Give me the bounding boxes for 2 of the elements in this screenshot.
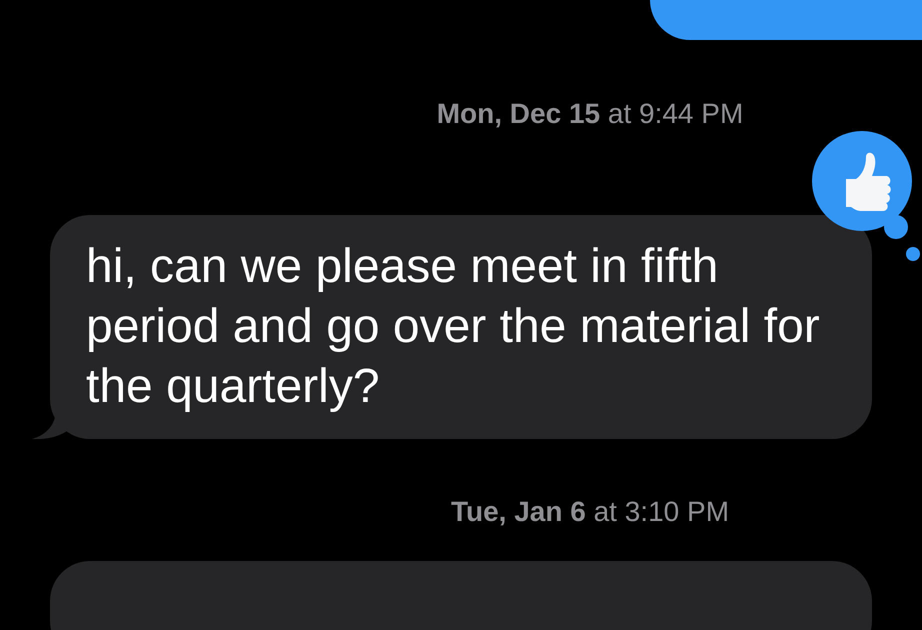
timestamp: Tue, Jan 6 at 3:10 PM [450, 495, 730, 529]
timestamp: Mon, Dec 15 at 9:44 PM [436, 97, 744, 131]
